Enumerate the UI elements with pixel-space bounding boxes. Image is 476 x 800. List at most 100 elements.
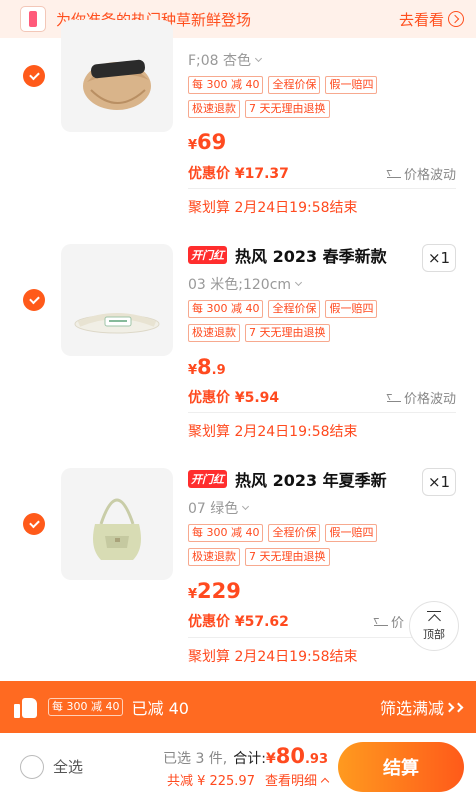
discount-tag: 每 300 减 40 xyxy=(48,698,124,716)
visor-hat-image xyxy=(83,59,151,110)
price-int: 8 xyxy=(197,355,212,379)
total-amount: ¥80.93 xyxy=(266,744,328,768)
tag: 7 天无理由退换 xyxy=(245,100,330,118)
service-tags-row-1: 每 300 减 40 全程价保 假一赔四 xyxy=(188,524,458,542)
banner-go-label: 去看看 xyxy=(398,10,444,29)
tag: 每 300 减 40 xyxy=(188,524,264,542)
tag: 极速退款 xyxy=(188,324,240,342)
product-title[interactable]: 开门红 热风 2023 春季新款 xyxy=(188,244,458,266)
price-int: 69 xyxy=(197,130,227,154)
promo-price: 优惠价 ¥5.94 xyxy=(188,390,280,406)
chevron-down-icon xyxy=(242,502,250,511)
chevron-up-icon xyxy=(320,777,330,787)
trend-icon xyxy=(386,168,401,178)
chevron-down-icon xyxy=(255,54,263,63)
brand-tag: 开门红 xyxy=(188,246,227,264)
select-all-checkbox[interactable] xyxy=(20,754,44,779)
arrow-up-icon xyxy=(427,610,441,625)
price-symbol: ¥ xyxy=(188,138,198,153)
thumbs-up-icon xyxy=(14,696,38,718)
filter-discount-label: 筛选满减 xyxy=(379,699,444,718)
select-all-toggle[interactable]: 全选 xyxy=(20,754,84,779)
service-tags-row-1: 每 300 减 40 全程价保 假一赔四 xyxy=(188,300,458,318)
tag: 7 天无理由退换 xyxy=(245,324,330,342)
juhuasuan-text: 聚划算 2月24日19:58结束 xyxy=(188,649,358,665)
view-details-label: 查看明细 xyxy=(264,774,317,789)
sku-text: F;08 杏色 xyxy=(188,53,252,69)
tag: 极速退款 xyxy=(188,100,240,118)
price-trend-label: 价 xyxy=(390,615,404,631)
tag: 假一赔四 xyxy=(325,524,378,542)
quantity-button[interactable]: ×1 xyxy=(422,244,456,272)
promo-price-row: 优惠价 ¥5.94 价格波动 xyxy=(188,387,456,407)
discount-bar: 每 300 减 40 已减 40 筛选满减 xyxy=(0,681,476,733)
product-image-handbag[interactable] xyxy=(61,468,173,580)
chevron-down-icon xyxy=(295,278,303,287)
tag: 每 300 减 40 xyxy=(188,300,264,318)
trend-icon xyxy=(373,616,388,626)
filter-discount-button[interactable]: 筛选满减 xyxy=(379,695,464,719)
checkout-button[interactable]: 结算 xyxy=(338,741,464,792)
order-summary: 已选 3 件, 合计: ¥80.93 共减 ¥ 225.97 查看明细 xyxy=(83,744,330,789)
selected-count: 已选 3 件, xyxy=(163,751,228,767)
chevron-right-icon xyxy=(448,11,464,27)
item-price: ¥8.9 xyxy=(188,355,226,379)
tag: 假一赔四 xyxy=(325,76,378,94)
item-checkbox[interactable] xyxy=(23,513,45,535)
title-text: 热风 2023 年夏季新 xyxy=(235,471,387,490)
tag: 假一赔四 xyxy=(325,300,378,318)
total-label: 合计: xyxy=(233,751,266,767)
promo-price: 优惠价 ¥57.62 xyxy=(188,614,289,630)
divider xyxy=(188,188,456,189)
back-to-top-label: 顶部 xyxy=(423,627,445,641)
trend-icon xyxy=(386,392,401,402)
checkout-bar: 全选 已选 3 件, 合计: ¥80.93 共减 ¥ 225.97 查看明细 结… xyxy=(0,733,476,800)
discount-text: 已减 40 xyxy=(131,699,189,718)
price-symbol: ¥ xyxy=(188,587,198,602)
item-price: ¥69 xyxy=(188,130,226,154)
sku-selector[interactable]: 03 米色;120cm xyxy=(188,274,458,294)
price-trend-label: 价格波动 xyxy=(403,391,456,407)
chevron-right-icon xyxy=(453,702,464,712)
price-dec: .9 xyxy=(211,363,226,378)
service-tags-row-2: 极速退款 7 天无理由退换 xyxy=(188,324,458,342)
product-title[interactable]: 开门红 热风 2023 年夏季新 xyxy=(188,468,458,490)
price-trend-button[interactable]: 价格波动 xyxy=(386,388,456,407)
sku-selector[interactable]: F;08 杏色 xyxy=(188,50,458,70)
quantity-button[interactable]: ×1 xyxy=(422,468,456,496)
banner-go-link[interactable]: 去看看 xyxy=(399,9,464,30)
total-dec: .93 xyxy=(304,752,328,767)
tag: 极速退款 xyxy=(188,548,240,566)
divider xyxy=(188,412,456,413)
sku-selector[interactable]: 07 绿色 xyxy=(188,498,458,518)
item-price: ¥229 xyxy=(188,579,241,603)
juhuasuan-text: 聚划算 2月24日19:58结束 xyxy=(188,424,358,440)
item-checkbox[interactable] xyxy=(23,289,45,311)
saved-amount: 共减 ¥ 225.97 xyxy=(166,774,255,789)
select-all-label: 全选 xyxy=(53,758,84,776)
view-details-link[interactable]: 查看明细 xyxy=(264,770,330,789)
sku-text: 03 米色;120cm xyxy=(188,277,292,293)
promo-price-row: 优惠价 ¥17.37 价格波动 xyxy=(188,163,456,183)
back-to-top-button[interactable]: 顶部 xyxy=(409,601,459,651)
service-tags-row-2: 极速退款 7 天无理由退换 xyxy=(188,548,458,566)
promo-price: 优惠价 ¥17.37 xyxy=(188,166,289,182)
item-checkbox[interactable] xyxy=(23,65,45,87)
product-image-visor-hat[interactable] xyxy=(61,20,173,132)
service-tags-row-2: 极速退款 7 天无理由退换 xyxy=(188,100,458,118)
tag: 全程价保 xyxy=(268,300,321,318)
title-text: 热风 2023 春季新款 xyxy=(235,247,387,266)
total-int: 80 xyxy=(275,744,305,768)
price-symbol: ¥ xyxy=(188,363,198,378)
product-image-shoelace[interactable] xyxy=(61,244,173,356)
price-trend-label: 价格波动 xyxy=(403,167,456,183)
brand-tag: 开门红 xyxy=(188,470,227,488)
tag: 全程价保 xyxy=(268,524,321,542)
price-trend-button[interactable]: 价格波动 xyxy=(386,164,456,183)
price-trend-button[interactable]: 价 xyxy=(373,612,404,631)
total-symbol: ¥ xyxy=(265,751,276,767)
sku-text: 07 绿色 xyxy=(188,501,239,517)
price-int: 229 xyxy=(197,579,241,603)
handbag-image xyxy=(93,498,141,560)
tag: 全程价保 xyxy=(268,76,321,94)
